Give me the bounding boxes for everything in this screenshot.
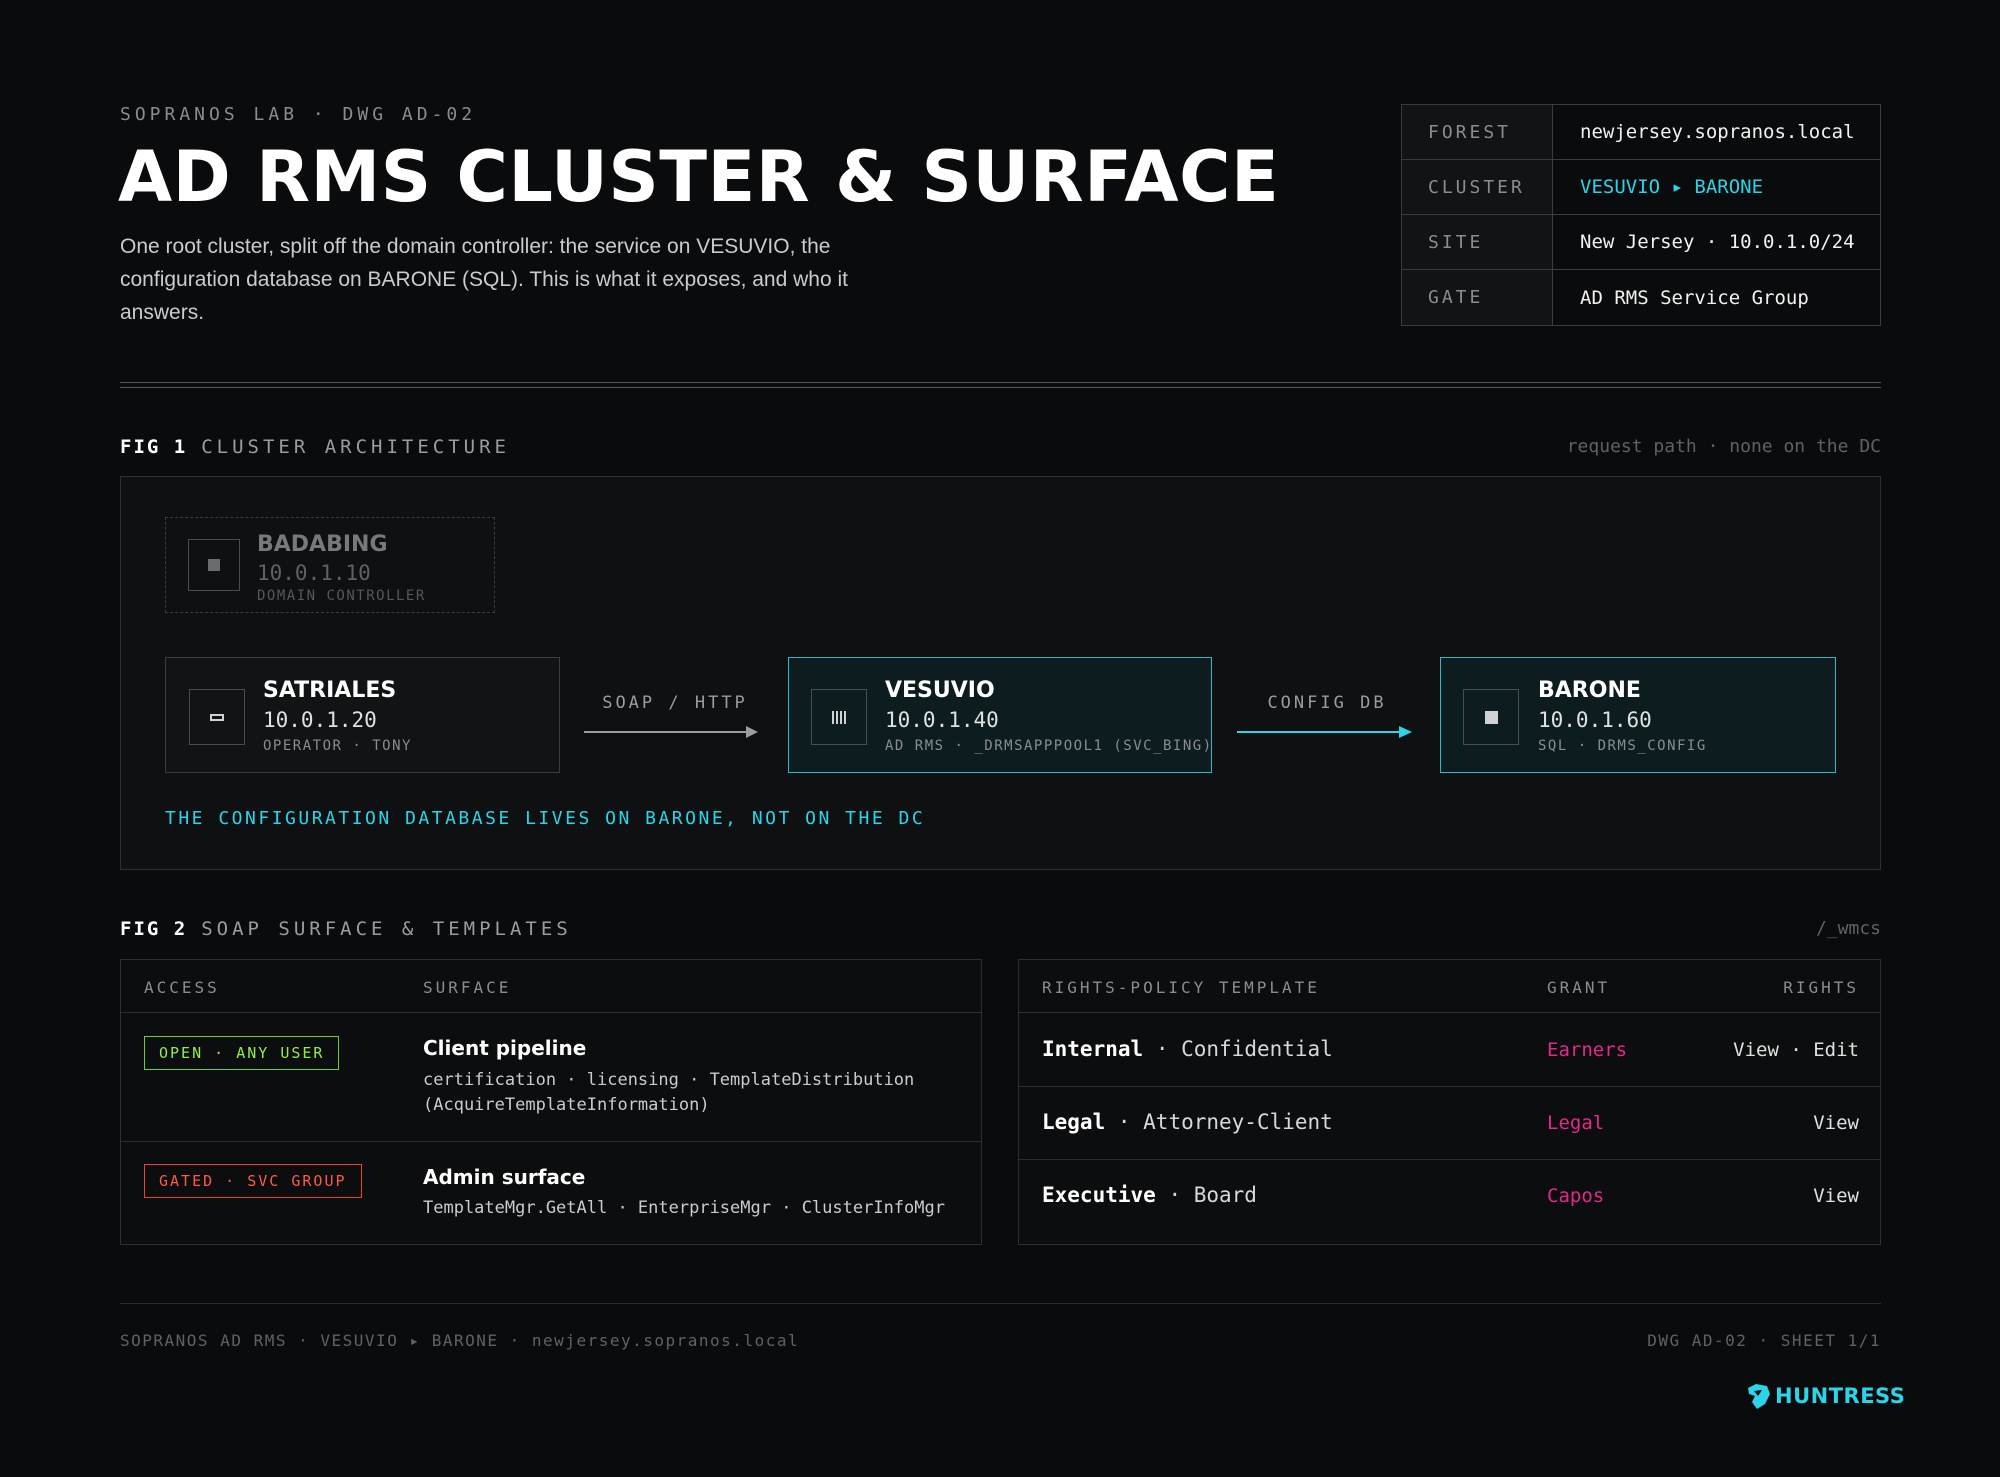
fig2-number: FIG 2 xyxy=(120,918,188,940)
access-badge-gated: GATED · SVC GROUP xyxy=(144,1164,362,1198)
page-title: AD RMS CLUSTER & SURFACE xyxy=(118,136,1280,218)
surface-detail: certification · licensing · TemplateDist… xyxy=(423,1070,915,1115)
edge-arrow-soap xyxy=(584,726,758,738)
grant-group: Legal xyxy=(1547,1112,1605,1134)
grant-group: Capos xyxy=(1547,1185,1605,1207)
table-row: OPEN · ANY USER Client pipeline certific… xyxy=(121,1013,981,1115)
huntress-mark-icon xyxy=(1748,1384,1770,1409)
node-ip: 10.0.1.60 xyxy=(1538,708,1652,732)
fig1-heading: FIG 1 CLUSTER ARCHITECTURE xyxy=(120,436,510,458)
table-row: Legal · Attorney-Client Legal View xyxy=(1019,1087,1880,1159)
meta-row-site: SITE New Jersey · 10.0.1.0/24 xyxy=(1402,215,1880,270)
meta-row-forest: FOREST newjersey.sopranos.local xyxy=(1402,105,1880,160)
table-row: Internal · Confidential Earners View · E… xyxy=(1019,1013,1880,1085)
column-header-surface: SURFACE xyxy=(423,978,512,997)
fig1-title: CLUSTER ARCHITECTURE xyxy=(201,436,510,458)
node-service: VESUVIO 10.0.1.40 AD RMS · _DRMSAPPPOOL1… xyxy=(788,657,1212,773)
fig1-number: FIG 1 xyxy=(120,436,188,458)
brand-wordmark: HUNTRESS xyxy=(1775,1384,1906,1408)
node-name: BARONE xyxy=(1538,678,1641,703)
node-domain-controller: BADABING 10.0.1.10 DOMAIN CONTROLLER xyxy=(165,517,495,613)
surface-title: Admin surface xyxy=(423,1165,586,1189)
surface-table: ACCESS SURFACE OPEN · ANY USER Client pi… xyxy=(120,959,982,1245)
template-name: Executive · Board xyxy=(1042,1183,1257,1207)
surface-title: Client pipeline xyxy=(423,1036,587,1060)
grant-group: Earners xyxy=(1547,1039,1628,1061)
footer-divider xyxy=(120,1303,1881,1304)
rights-value: View xyxy=(1813,1185,1859,1207)
fig1-note: request path · none on the DC xyxy=(1566,436,1881,457)
meta-value: AD RMS Service Group xyxy=(1580,286,1809,309)
column-header-access: ACCESS xyxy=(144,978,220,997)
header-divider xyxy=(120,387,1881,388)
database-icon xyxy=(1463,689,1519,745)
template-name: Legal · Attorney-Client xyxy=(1042,1110,1333,1134)
meta-row-cluster: CLUSTER VESUVIO ▸ BARONE xyxy=(1402,160,1880,215)
page-lede: One root cluster, split off the domain c… xyxy=(120,235,848,324)
rights-value: View xyxy=(1813,1112,1859,1134)
node-name: BADABING xyxy=(257,532,388,557)
meta-value: newjersey.sopranos.local xyxy=(1580,121,1855,143)
node-role: OPERATOR · TONY xyxy=(263,738,412,754)
footer-right: DWG AD-02 · SHEET 1/1 xyxy=(1647,1331,1881,1350)
header-divider xyxy=(120,382,1881,383)
node-ip: 10.0.1.10 xyxy=(257,561,371,585)
node-role: AD RMS · _DRMSAPPPOOL1 (SVC_BING) xyxy=(885,738,1213,754)
edge-label-config: CONFIG DB xyxy=(1267,693,1387,713)
table-row: GATED · SVC GROUP Admin surface Template… xyxy=(121,1142,981,1242)
column-header-grant: GRANT xyxy=(1547,978,1611,997)
template-label: Executive xyxy=(1042,1183,1156,1207)
template-qualifier: · Confidential xyxy=(1155,1037,1333,1061)
meta-row-gate: GATE AD RMS Service Group xyxy=(1402,270,1880,325)
node-database: BARONE 10.0.1.60 SQL · DRMS_CONFIG xyxy=(1440,657,1836,773)
templates-table: RIGHTS-POLICY TEMPLATE GRANT RIGHTS Inte… xyxy=(1018,959,1881,1245)
edge-label-soap: SOAP / HTTP xyxy=(602,693,748,713)
meta-key: SITE xyxy=(1402,215,1553,269)
template-label: Legal xyxy=(1042,1110,1106,1134)
meta-value: New Jersey · 10.0.1.0/24 xyxy=(1580,231,1855,253)
node-role: DOMAIN CONTROLLER xyxy=(257,588,426,604)
workstation-icon xyxy=(189,689,245,745)
service-icon xyxy=(811,689,867,745)
table-row: Executive · Board Capos View xyxy=(1019,1160,1880,1244)
architecture-callout: THE CONFIGURATION DATABASE LIVES ON BARO… xyxy=(165,808,926,829)
template-name: Internal · Confidential xyxy=(1042,1037,1333,1061)
fig2-title: SOAP SURFACE & TEMPLATES xyxy=(201,918,572,940)
node-role: SQL · DRMS_CONFIG xyxy=(1538,738,1707,754)
meta-key: GATE xyxy=(1402,270,1553,325)
huntress-logo: HUNTRESS xyxy=(1745,1382,1905,1410)
meta-value: VESUVIO ▸ BARONE xyxy=(1580,176,1764,198)
meta-key: FOREST xyxy=(1402,105,1553,159)
meta-table: FOREST newjersey.sopranos.local CLUSTER … xyxy=(1401,104,1881,326)
template-label: Internal xyxy=(1042,1037,1144,1061)
node-ip: 10.0.1.20 xyxy=(263,708,377,732)
column-header-template: RIGHTS-POLICY TEMPLATE xyxy=(1042,978,1320,997)
node-client: SATRIALES 10.0.1.20 OPERATOR · TONY xyxy=(165,657,560,773)
edge-arrow-config xyxy=(1237,726,1412,738)
column-header-rights: RIGHTS xyxy=(1783,978,1859,997)
node-ip: 10.0.1.40 xyxy=(885,708,999,732)
surface-detail: TemplateMgr.GetAll · EnterpriseMgr · Clu… xyxy=(423,1198,945,1218)
fig2-note: /_wmcs xyxy=(1815,918,1881,939)
drawing-eyebrow: SOPRANOS LAB · DWG AD-02 xyxy=(120,104,477,125)
template-qualifier: · Board xyxy=(1168,1183,1257,1207)
meta-key: CLUSTER xyxy=(1402,160,1553,214)
template-qualifier: · Attorney-Client xyxy=(1117,1110,1333,1134)
server-icon xyxy=(188,539,240,591)
node-name: VESUVIO xyxy=(885,678,995,703)
fig2-heading: FIG 2 SOAP SURFACE & TEMPLATES xyxy=(120,918,572,940)
access-badge-open: OPEN · ANY USER xyxy=(144,1036,340,1070)
footer-left: SOPRANOS AD RMS · VESUVIO ▸ BARONE · new… xyxy=(120,1331,800,1350)
node-name: SATRIALES xyxy=(263,678,397,703)
rights-value: View · Edit xyxy=(1733,1039,1859,1061)
